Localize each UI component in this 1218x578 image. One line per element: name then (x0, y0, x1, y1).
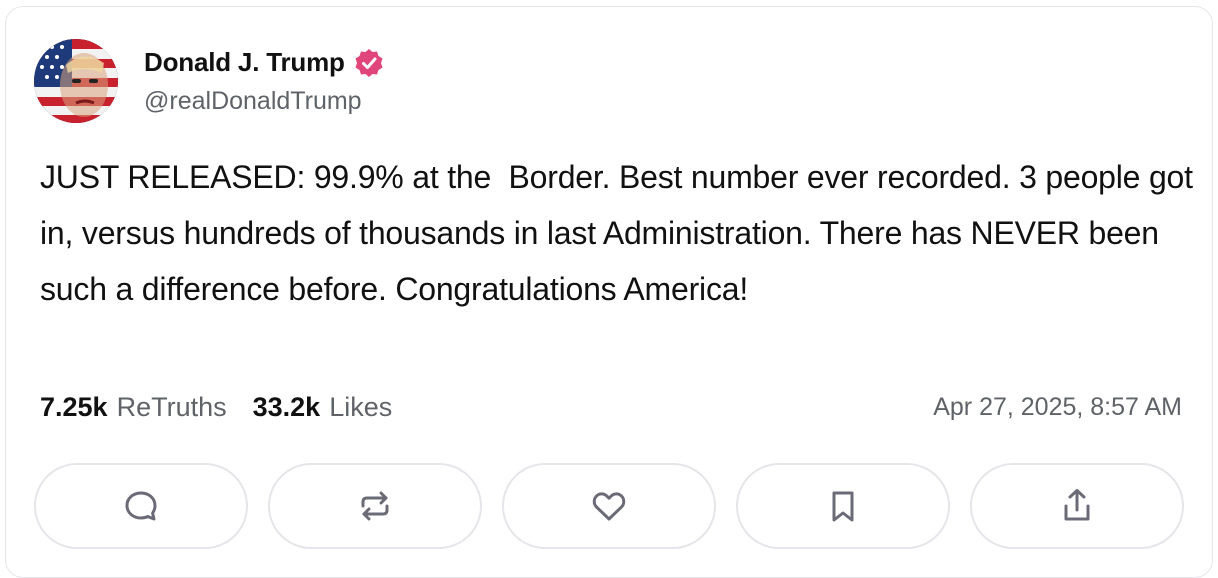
post-timestamp[interactable]: Apr 27, 2025, 8:57 AM (933, 393, 1182, 422)
share-button[interactable] (970, 463, 1184, 549)
verified-badge-icon (353, 47, 385, 79)
action-bar (34, 463, 1184, 549)
author-handle[interactable]: @realDonaldTrump (144, 87, 385, 116)
bookmark-icon (832, 491, 854, 522)
likes-count: 33.2k (252, 391, 321, 422)
name-row: Donald J. Trump (144, 47, 385, 79)
retruths-stat[interactable]: 7.25k ReTruths (40, 392, 227, 423)
retruth-button[interactable] (268, 463, 482, 549)
reply-icon (125, 491, 157, 521)
post-card: Donald J. Trump @realDonaldTrump JUST RE… (5, 6, 1213, 578)
likes-label: Likes (329, 391, 393, 422)
post-stats: 7.25k ReTruths 33.2k Likes Apr 27, 2025,… (40, 387, 1182, 427)
share-icon (1064, 489, 1090, 521)
retruth-icon (361, 491, 389, 521)
avatar-image (34, 39, 118, 123)
retruths-label: ReTruths (116, 391, 227, 422)
post-text: JUST RELEASED: 99.9% at the Border. Best… (40, 159, 1202, 307)
bookmark-button[interactable] (736, 463, 950, 549)
author-display-name[interactable]: Donald J. Trump (144, 47, 345, 78)
likes-stat[interactable]: 33.2k Likes (253, 392, 393, 423)
like-button[interactable] (502, 463, 716, 549)
author-names: Donald J. Trump @realDonaldTrump (144, 47, 385, 116)
reply-button[interactable] (34, 463, 248, 549)
post-header: Donald J. Trump @realDonaldTrump (34, 39, 385, 123)
avatar[interactable] (34, 39, 118, 123)
heart-icon (592, 492, 626, 521)
retruths-count: 7.25k (40, 391, 108, 422)
